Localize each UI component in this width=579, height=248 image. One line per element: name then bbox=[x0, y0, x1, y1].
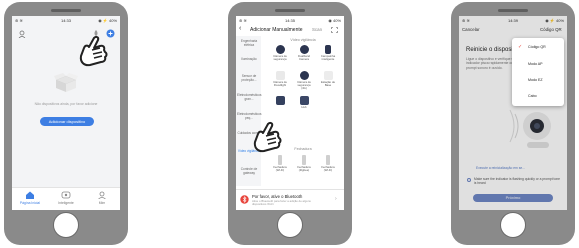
phone-2: ⊛ ≋ 14:35 ◉ 40% ‹ Adicionar Manualmente … bbox=[228, 2, 352, 245]
sidebar-item-small-appliance[interactable]: Eletrodomésticos peq... bbox=[237, 112, 261, 120]
empty-box-icon bbox=[54, 73, 78, 92]
category-sidebar: Engenharia elétrica Iluminação Sensor de… bbox=[236, 36, 261, 186]
sidebar-item-sensor[interactable]: Sensor de proteção... bbox=[237, 74, 261, 82]
home-icon bbox=[26, 191, 34, 199]
doorbell-icon bbox=[325, 45, 331, 54]
camera-icon bbox=[299, 45, 309, 54]
device-name: Câmera de segurança bbox=[273, 54, 287, 62]
sidebar-item-lighting[interactable]: Iluminação bbox=[237, 57, 261, 61]
chevron-right-icon: › bbox=[335, 196, 337, 202]
reset-device-screen: ⊛ ≋ 14:39 ◉ ⚡ 40% Cancelar Código QR Rei… bbox=[459, 16, 567, 210]
page-title: Adicionar Manualmente bbox=[250, 27, 303, 33]
device-lock-wifi-2[interactable]: Fechadura (Wi-Fi) bbox=[320, 155, 336, 172]
phone-3: ⊛ ≋ 14:39 ◉ ⚡ 40% Cancelar Código QR Rei… bbox=[451, 2, 575, 245]
menu-item-label: Código QR bbox=[528, 45, 546, 49]
bluetooth-icon bbox=[240, 195, 249, 204]
phone-1: ⊛ ≋ 14:33 ◉ ⚡ 40% Não dispositivos ainda… bbox=[4, 2, 128, 245]
tab-smart-label: Inteligente bbox=[58, 201, 74, 205]
device-name: Câmera de Floodlight bbox=[273, 80, 287, 88]
device-name: Campainha inteligente bbox=[320, 54, 336, 62]
device-hub[interactable]: Hub bbox=[296, 96, 312, 109]
lock-icon bbox=[302, 155, 306, 165]
device-security-camera[interactable]: Câmera de segurança bbox=[272, 45, 288, 61]
sidebar-item-electrical[interactable]: Engenharia elétrica bbox=[237, 39, 261, 47]
status-bar: ⊛ ≋ 14:33 ◉ ⚡ 40% bbox=[12, 16, 120, 24]
camera-icon bbox=[299, 71, 309, 80]
add-device-button[interactable]: Adicionar dispositivo bbox=[40, 117, 94, 126]
section-video-heading: Vídeo vigilância bbox=[290, 38, 316, 42]
device-floodlight-camera[interactable]: Câmera de Floodlight bbox=[272, 71, 288, 87]
menu-item-label: Cabo bbox=[528, 94, 537, 98]
tab-bar: Página Inicial Inteligente Mim bbox=[12, 187, 120, 210]
bluetooth-subtitle: Ative o Bluetooth para fazer a adição de… bbox=[252, 199, 311, 207]
speaker bbox=[51, 9, 81, 12]
battery-indicator: ◉ ⚡ 40% bbox=[98, 18, 117, 23]
sidebar-item-large-appliance[interactable]: Eletrodomésticos gran... bbox=[237, 93, 261, 101]
device-name: Fechadura (Zigbee) bbox=[297, 165, 311, 173]
hub-icon bbox=[299, 96, 309, 105]
back-button[interactable]: ‹ bbox=[239, 25, 241, 32]
device-name: Estação de Base bbox=[321, 80, 335, 88]
device-name: Fechadura (Wi-Fi) bbox=[273, 165, 287, 173]
device-dualband-camera[interactable]: Dualband Camera bbox=[296, 45, 312, 61]
device-name: Fechadura (Wi-Fi) bbox=[321, 165, 335, 173]
tab-profile-label: Mim bbox=[98, 201, 106, 205]
home-screen: ⊛ ≋ 14:33 ◉ ⚡ 40% Não dispositivos ainda… bbox=[12, 16, 120, 210]
mode-dropdown: ✓ Código QR Modo AP Modo EZ Cabo bbox=[512, 38, 564, 106]
speaker bbox=[275, 9, 305, 12]
device-icon bbox=[275, 96, 285, 105]
scan-tab[interactable]: Scan bbox=[312, 27, 322, 32]
profile-icon bbox=[98, 191, 106, 199]
device-name: Câmera de segurança (4G) bbox=[297, 80, 311, 91]
device-name: Dualband Camera bbox=[298, 54, 310, 62]
user-icon[interactable] bbox=[18, 30, 26, 38]
smart-icon bbox=[61, 191, 71, 199]
device-4g-camera[interactable]: Câmera de segurança (4G) bbox=[296, 71, 312, 91]
device-unlabeled[interactable] bbox=[272, 96, 288, 106]
menu-item-label: Modo EZ bbox=[528, 78, 543, 82]
tab-home[interactable]: Página Inicial bbox=[12, 191, 48, 205]
add-manually-screen: ⊛ ≋ 14:35 ◉ 40% ‹ Adicionar Manualmente … bbox=[236, 16, 344, 210]
tab-smart[interactable]: Inteligente bbox=[48, 191, 84, 205]
device-doorbell[interactable]: Campainha inteligente bbox=[320, 45, 336, 61]
base-station-icon bbox=[323, 71, 333, 80]
battery-indicator: ◉ 40% bbox=[328, 18, 341, 23]
camera-icon bbox=[275, 45, 285, 54]
home-button[interactable] bbox=[500, 212, 526, 238]
lock-icon bbox=[326, 155, 330, 165]
home-button[interactable] bbox=[53, 212, 79, 238]
device-name: Hub bbox=[301, 105, 307, 109]
speaker bbox=[498, 9, 528, 12]
empty-state-text: Não dispositivos ainda, por favor adicio… bbox=[34, 102, 98, 106]
pointing-hand-icon bbox=[253, 121, 282, 153]
menu-item-label: Modo AP bbox=[528, 62, 543, 66]
floodlight-icon bbox=[275, 71, 285, 80]
tab-home-label: Página Inicial bbox=[19, 201, 41, 205]
pointing-hand-icon bbox=[79, 35, 108, 67]
device-base-station[interactable]: Estação de Base bbox=[320, 71, 336, 87]
status-bar: ⊛ ≋ 14:35 ◉ 40% bbox=[236, 16, 344, 24]
sidebar-item-gateway[interactable]: Controle de gateway bbox=[237, 167, 261, 175]
device-lock-zigbee[interactable]: Fechadura (Zigbee) bbox=[296, 155, 312, 172]
home-button[interactable] bbox=[277, 212, 303, 238]
bluetooth-banner[interactable]: Por favor, ative o Bluetooth Ative o Blu… bbox=[236, 189, 344, 210]
checkmark-icon: ✓ bbox=[518, 44, 523, 50]
scan-icon[interactable] bbox=[331, 27, 338, 33]
tab-profile[interactable]: Mim bbox=[84, 191, 120, 205]
